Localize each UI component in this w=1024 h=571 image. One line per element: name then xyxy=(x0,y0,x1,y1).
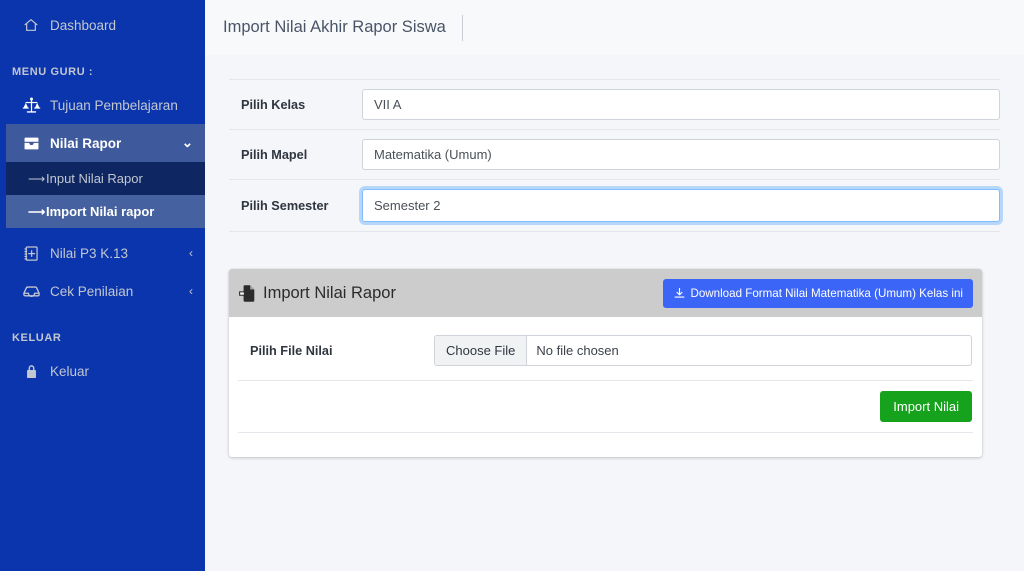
topbar: Import Nilai Akhir Rapor Siswa xyxy=(205,0,1024,55)
sidebar-section-keluar: KELUAR xyxy=(12,332,62,344)
sidebar: Dashboard MENU GURU : Tujuan Pembelajara… xyxy=(0,0,205,571)
sidebar-subitem-label: Import Nilai rapor xyxy=(46,204,155,219)
form-field-kelas: VII A xyxy=(362,89,1000,120)
inbox-icon xyxy=(18,135,44,152)
sidebar-item-dashboard[interactable]: Dashboard xyxy=(6,6,205,44)
sidebar-item-keluar[interactable]: Keluar xyxy=(6,352,205,390)
chevron-down-icon[interactable]: ⌄ xyxy=(182,135,193,151)
topbar-divider xyxy=(461,14,463,41)
sidebar-item-label: Nilai Rapor xyxy=(50,135,122,151)
import-card: Import Nilai Rapor Download Format Nilai… xyxy=(229,269,982,457)
app-root: Dashboard MENU GURU : Tujuan Pembelajara… xyxy=(0,0,1024,571)
sidebar-item-nilai-p3-k13[interactable]: Nilai P3 K.13 ‹ xyxy=(6,234,205,272)
book-plus-icon xyxy=(18,245,44,262)
select-mapel-value: Matematika (Umum) xyxy=(374,147,492,162)
download-format-button-label: Download Format Nilai Matematika (Umum) … xyxy=(690,286,963,300)
form-label-semester: Pilih Semester xyxy=(241,198,329,213)
select-kelas[interactable]: VII A xyxy=(362,89,1000,120)
form-field-semester: Semester 2 xyxy=(362,189,1000,222)
choose-file-button[interactable]: Choose File xyxy=(435,336,528,365)
page-title: Import Nilai Akhir Rapor Siswa xyxy=(223,18,446,36)
sidebar-item-label: Nilai P3 K.13 xyxy=(50,245,129,261)
main-content: Import Nilai Akhir Rapor Siswa Pilih Kel… xyxy=(205,0,1024,571)
import-nilai-button-label: Import Nilai xyxy=(893,399,959,414)
sidebar-item-label: Keluar xyxy=(50,363,90,379)
arrow-right-icon: ⟶ xyxy=(28,171,46,186)
select-semester-value: Semester 2 xyxy=(374,198,441,213)
arrow-right-icon: ⟶ xyxy=(28,204,46,219)
file-input[interactable]: Choose File No file chosen xyxy=(434,335,972,366)
file-name-text: No file chosen xyxy=(536,343,619,358)
import-card-title-text: Import Nilai Rapor xyxy=(263,283,396,302)
sidebar-item-tujuan-pembelajaran[interactable]: Tujuan Pembelajaran xyxy=(6,86,205,124)
chevron-left-icon[interactable]: ‹ xyxy=(189,284,193,298)
form-field-mapel: Matematika (Umum) xyxy=(362,139,1000,170)
sidebar-submenu-nilai-rapor: ⟶ Input Nilai Rapor ⟶ Import Nilai rapor xyxy=(6,162,205,228)
sidebar-item-label: Cek Penilaian xyxy=(50,283,134,299)
form-row-mapel: Pilih Mapel Matematika (Umum) xyxy=(229,129,1000,179)
lock-icon xyxy=(18,363,44,380)
selection-form: Pilih Kelas VII A Pilih Mapel Matematika… xyxy=(229,79,1000,232)
sidebar-subitem-label: Input Nilai Rapor xyxy=(46,171,143,186)
import-nilai-button[interactable]: Import Nilai xyxy=(880,391,972,422)
form-label-kelas: Pilih Kelas xyxy=(241,97,306,112)
sidebar-item-label: Tujuan Pembelajaran xyxy=(50,97,178,113)
form-row-kelas: Pilih Kelas VII A xyxy=(229,79,1000,129)
download-icon xyxy=(673,287,686,300)
chevron-left-icon[interactable]: ‹ xyxy=(189,246,193,260)
select-mapel[interactable]: Matematika (Umum) xyxy=(362,139,1000,170)
select-kelas-value: VII A xyxy=(374,97,402,112)
home-icon xyxy=(18,17,44,33)
archive-icon xyxy=(18,284,44,299)
card-footer-spacer xyxy=(238,433,973,449)
file-picker-label: Pilih File Nilai xyxy=(250,343,333,358)
sidebar-item-cek-penilaian[interactable]: Cek Penilaian ‹ xyxy=(6,272,205,310)
import-card-header: Import Nilai Rapor Download Format Nilai… xyxy=(229,269,982,317)
file-picker-row: Pilih File Nilai Choose File No file cho… xyxy=(238,329,973,380)
import-card-title: Import Nilai Rapor xyxy=(238,284,396,303)
select-semester[interactable]: Semester 2 xyxy=(362,189,1000,222)
content-area: Pilih Kelas VII A Pilih Mapel Matematika… xyxy=(205,79,1024,457)
sidebar-subitem-input-nilai-rapor[interactable]: ⟶ Input Nilai Rapor xyxy=(6,162,205,195)
sidebar-item-nilai-rapor[interactable]: Nilai Rapor ⌄ xyxy=(6,124,205,162)
download-format-button[interactable]: Download Format Nilai Matematika (Umum) … xyxy=(663,278,973,308)
sidebar-item-label: Dashboard xyxy=(50,17,117,33)
file-import-icon xyxy=(238,284,256,303)
form-row-semester: Pilih Semester Semester 2 xyxy=(229,179,1000,232)
submit-row: Import Nilai xyxy=(238,380,973,433)
sidebar-subitem-import-nilai-rapor[interactable]: ⟶ Import Nilai rapor xyxy=(6,195,205,228)
form-label-mapel: Pilih Mapel xyxy=(241,147,308,162)
sidebar-section-menu-guru: MENU GURU : xyxy=(12,66,94,78)
balance-scale-icon xyxy=(18,97,44,114)
import-card-body: Pilih File Nilai Choose File No file cho… xyxy=(229,317,982,457)
